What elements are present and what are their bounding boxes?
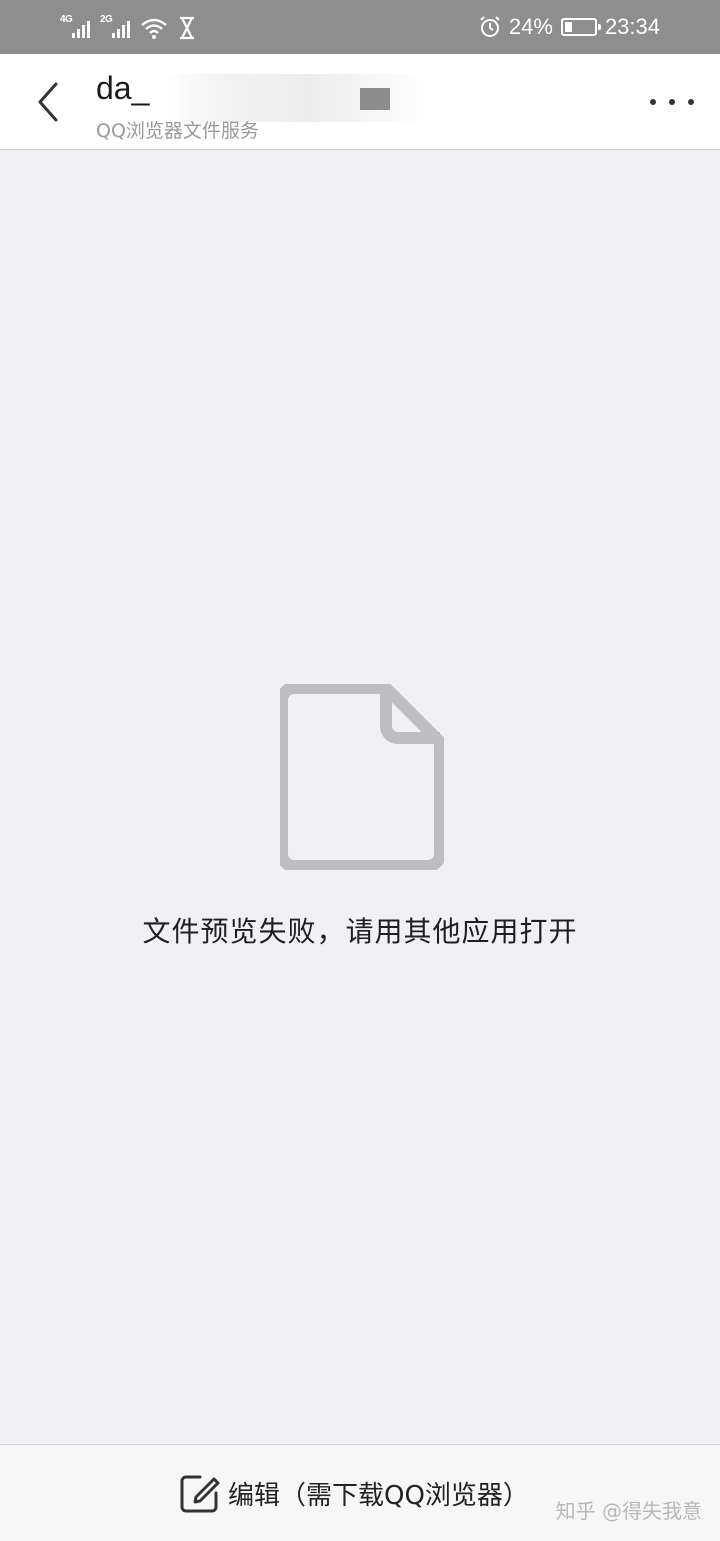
back-button[interactable] xyxy=(26,78,70,126)
status-bar: 4G 2G 24% 23:34 xyxy=(0,0,720,54)
document-icon xyxy=(280,684,444,870)
more-dots-icon xyxy=(650,99,656,105)
more-button[interactable] xyxy=(650,90,694,114)
edit-button-label: 编辑（需下载QQ浏览器） xyxy=(228,1480,529,1511)
network-type-2: 2G xyxy=(100,14,113,25)
hourglass-icon xyxy=(180,16,194,40)
bottom-bar: 编辑（需下载QQ浏览器） 知乎 @得失我意 xyxy=(0,1444,720,1541)
back-arrow-icon xyxy=(38,82,58,122)
edit-button[interactable]: 编辑（需下载QQ浏览器） xyxy=(178,1471,529,1515)
network-type-1: 4G xyxy=(60,14,73,25)
page-title: da_ xyxy=(96,70,150,106)
battery-icon xyxy=(560,18,601,36)
battery-percent: 24% xyxy=(508,14,553,39)
redacted-title xyxy=(160,74,430,122)
signal-icon: 4G xyxy=(60,14,90,40)
wifi-icon xyxy=(141,18,167,39)
watermark: 知乎 @得失我意 xyxy=(555,1499,702,1523)
battery-fill xyxy=(564,22,572,32)
status-left: 4G 2G xyxy=(60,12,196,40)
signal-icon-2: 2G xyxy=(100,14,130,40)
page-subtitle: QQ浏览器文件服务 xyxy=(96,120,259,142)
preview-error-message: 文件预览失败，请用其他应用打开 xyxy=(142,915,578,948)
status-right: 24% 23:34 xyxy=(479,14,660,40)
clock: 23:34 xyxy=(604,14,660,39)
alarm-icon xyxy=(480,16,500,37)
title-bar: da_ QQ浏览器文件服务 xyxy=(0,54,720,150)
edit-icon xyxy=(180,1475,220,1513)
